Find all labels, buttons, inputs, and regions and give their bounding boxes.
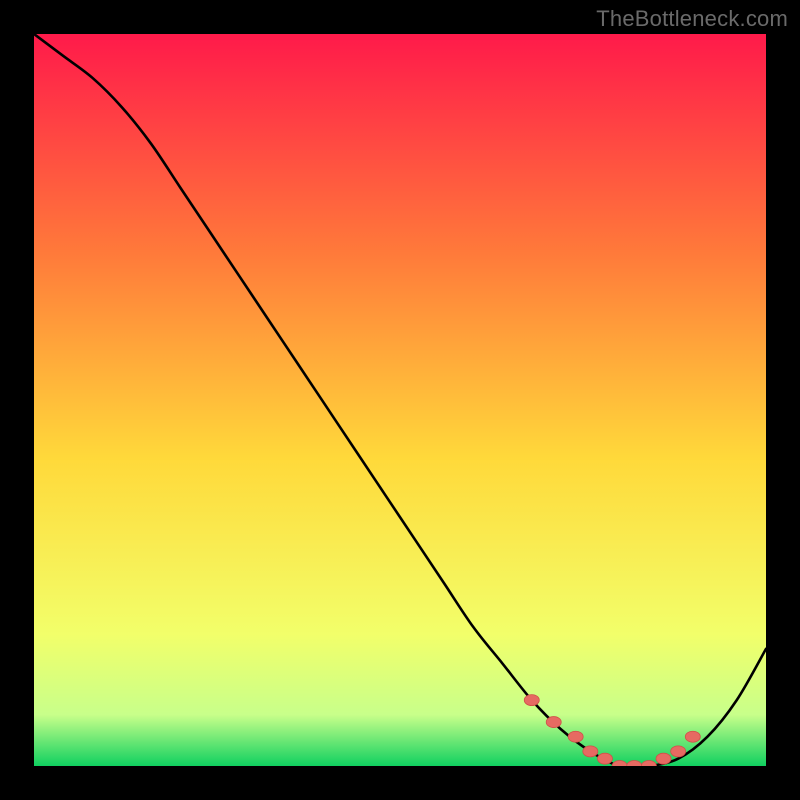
optimal-marker — [568, 731, 583, 742]
bottleneck-chart — [34, 34, 766, 766]
optimal-marker — [546, 717, 561, 728]
optimal-marker — [685, 731, 700, 742]
gradient-background — [34, 34, 766, 766]
chart-frame — [34, 34, 766, 766]
optimal-marker — [583, 746, 598, 757]
optimal-marker — [597, 753, 612, 764]
watermark-text: TheBottleneck.com — [596, 6, 788, 32]
optimal-marker — [671, 746, 686, 757]
optimal-marker — [656, 753, 671, 764]
optimal-marker — [524, 695, 539, 706]
